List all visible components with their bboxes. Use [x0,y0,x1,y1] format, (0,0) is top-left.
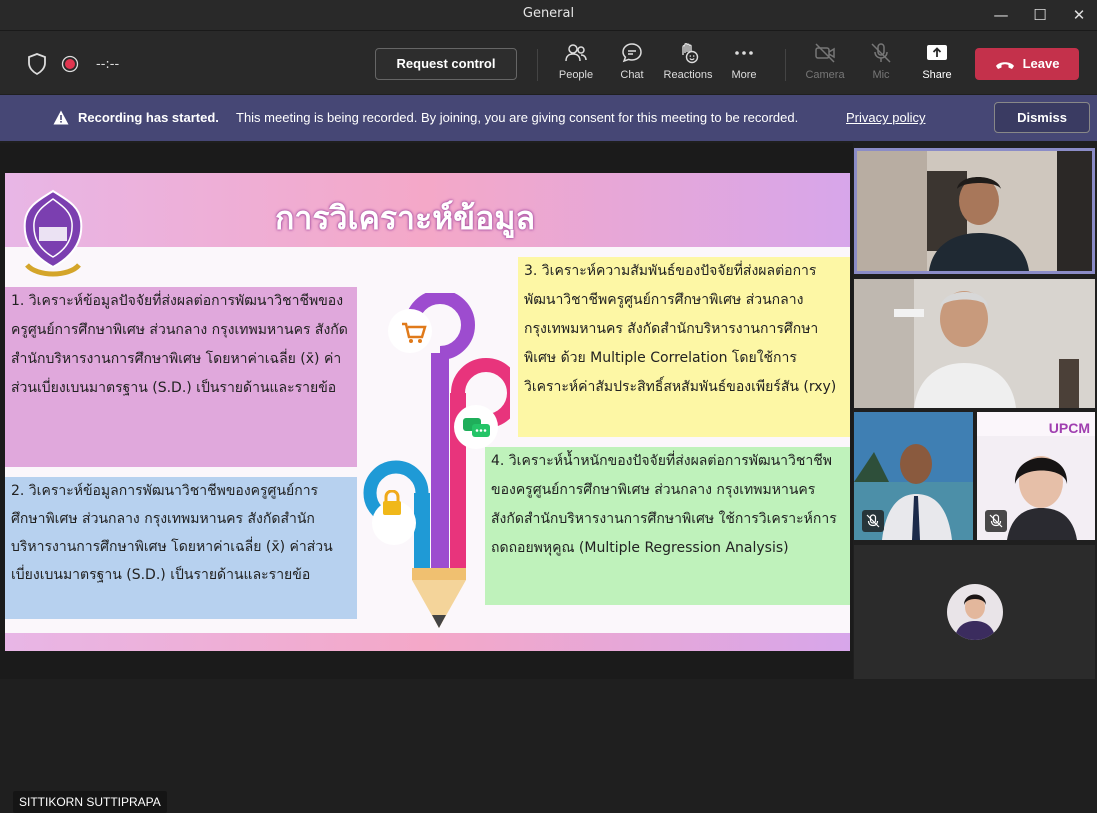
shield-icon[interactable] [27,53,47,75]
warning-icon [53,110,69,125]
toolbar-divider [785,49,786,81]
chat-label: Chat [620,69,644,81]
participant-video [854,279,1095,408]
dismiss-button[interactable]: Dismiss [994,102,1090,133]
presentation-slide: การวิเคราะห์ข้อมูล 1. วิเคราะห์ข้อมูลปัจ… [5,173,850,651]
participant-video-tile[interactable] [854,148,1095,274]
people-label: People [558,69,594,81]
reactions-icon [682,43,699,64]
people-button[interactable]: People [546,41,606,81]
share-label: Share [922,69,952,81]
camera-label: Camera [805,69,845,81]
chat-button[interactable]: Chat [602,41,662,81]
shared-content-stage: การวิเคราะห์ข้อมูล 1. วิเคราะห์ข้อมูลปัจ… [0,143,853,813]
meeting-timer: --:-- [96,57,120,72]
upcm-label: UPCM [1048,420,1090,436]
recording-icon [61,55,79,73]
recording-title: Recording has started. [78,110,219,125]
participant-video-tile[interactable] [854,279,1095,408]
maximize-icon[interactable]: ☐ [1029,4,1051,26]
more-button[interactable]: More [714,41,774,81]
mic-button[interactable]: Mic [851,41,911,81]
analysis-item-4: 4. วิเคราะห์น้ำหนักของปัจจัยที่ส่งผลต่อก… [485,447,850,605]
privacy-policy-link[interactable]: Privacy policy [846,110,925,125]
more-icon [735,51,753,55]
more-label: More [731,69,757,81]
lock-icon [383,490,401,515]
title-bar: General — ☐ ✕ [0,0,1097,30]
reactions-label: Reactions [663,69,713,81]
muted-badge [985,510,1007,532]
share-button[interactable]: Share [907,41,967,81]
mic-off-icon [866,514,880,528]
request-control-button[interactable]: Request control [375,48,517,80]
leave-label: Leave [1022,56,1060,71]
leave-button[interactable]: Leave [975,48,1079,80]
mic-label: Mic [872,69,890,81]
mic-off-icon [871,43,891,63]
slide-title: การวิเคราะห์ข้อมูล [275,199,536,237]
participant-video-tile[interactable]: UPCM [977,412,1095,540]
meeting-toolbar: --:-- Request control People Chat Reacti… [0,30,1097,94]
analysis-item-3: 3. วิเคราะห์ความสัมพันธ์ของปัจจัยที่ส่งผ… [518,257,850,437]
toolbar-divider [537,49,538,81]
chat-icon [622,43,642,63]
cart-icon [402,322,427,343]
window-title: General [522,6,575,21]
analysis-item-1: 1. วิเคราะห์ข้อมูลปัจจัยที่ส่งผลต่อการพั… [5,287,357,467]
analysis-item-2: 2. วิเคราะห์ข้อมูลการพัฒนาวิชาชีพของครูศ… [5,477,357,619]
reactions-button[interactable]: Reactions [658,41,718,81]
hang-up-icon [995,61,1014,69]
pencil-infographic [363,293,510,628]
recording-banner: Recording has started. This meeting is b… [0,95,1097,141]
minimize-icon[interactable]: — [990,4,1012,26]
chat-bubbles-icon [463,418,490,437]
participant-avatar-tile[interactable] [854,545,1095,679]
camera-off-icon [815,43,835,63]
mic-off-icon [989,514,1003,528]
people-icon [565,44,587,62]
slide-footer-band [5,633,850,651]
participant-video [857,151,1092,271]
participant-video-tile[interactable] [854,412,973,540]
avatar [947,584,1003,640]
share-icon [927,45,947,60]
university-seal-icon [23,189,83,277]
muted-badge [862,510,884,532]
camera-button[interactable]: Camera [795,41,855,81]
recording-message: This meeting is being recorded. By joini… [236,110,799,125]
presenter-name-tag: SITTIKORN SUTTIPRAPA [13,791,167,813]
close-icon[interactable]: ✕ [1068,4,1090,26]
